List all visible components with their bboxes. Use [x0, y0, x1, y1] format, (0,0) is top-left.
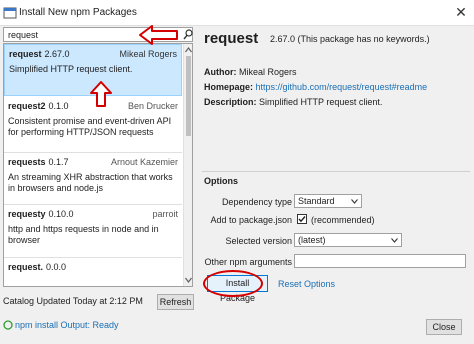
package-version: 0.10.0: [48, 209, 74, 219]
chevron-down-icon: [351, 199, 358, 204]
status-text: npm install Output: Ready: [15, 320, 119, 330]
package-author: Arnout Kazemier: [110, 157, 178, 167]
reset-options-link[interactable]: Reset Options: [278, 279, 335, 289]
details-package-name: request: [204, 30, 259, 47]
add-to-package-checkbox[interactable]: [297, 214, 307, 224]
package-name: request.: [8, 262, 44, 272]
package-name: requests: [8, 157, 46, 167]
chevron-down-icon: [391, 238, 398, 243]
package-name: requesty: [8, 209, 46, 219]
selected-version-select[interactable]: (latest): [294, 233, 402, 247]
selected-version-label: Selected version: [225, 236, 292, 246]
package-author: Ben Drucker: [127, 101, 178, 111]
annotation-arrow-up-icon: [90, 81, 112, 107]
author-label: Author:: [204, 67, 237, 77]
results-scrollbar[interactable]: [183, 44, 192, 286]
title-bar: Install New npm Packages ✕: [0, 0, 474, 26]
add-to-package-label: Add to package.json: [210, 215, 292, 225]
search-input-value: request: [8, 30, 39, 40]
scroll-down-icon[interactable]: [185, 276, 192, 284]
dependency-type-label: Dependency type: [221, 197, 292, 207]
refresh-button[interactable]: Refresh: [157, 294, 194, 310]
list-item[interactable]: requests 0.1.7 Arnout Kazemier An streami…: [4, 153, 182, 205]
package-author: parroit: [152, 209, 178, 219]
package-version: 2.67.0: [44, 49, 70, 59]
list-item[interactable]: request. 0.0.0: [4, 258, 182, 286]
add-to-package-text: (recommended): [311, 215, 375, 225]
status-ready-icon: [3, 320, 13, 330]
search-icon[interactable]: [183, 29, 193, 40]
package-description: Simplified HTTP request client.: [9, 64, 133, 74]
details-keywords: (This package has no keywords.): [297, 34, 430, 44]
details-version: 2.67.0: [270, 34, 296, 44]
other-args-label: Other npm arguments: [204, 257, 292, 267]
details-version-keywords: 2.67.0 (This package has no keywords.): [270, 34, 430, 44]
dependency-type-value: Standard: [298, 196, 335, 206]
annotation-arrow-left-icon: [139, 25, 178, 45]
list-item[interactable]: requesty 0.10.0 parroit http and https re…: [4, 205, 182, 258]
package-description: http and https requests in node and in b…: [8, 224, 159, 245]
details-homepage-row: Homepage: https://github.com/request/req…: [204, 82, 427, 92]
scroll-thumb[interactable]: [186, 56, 191, 136]
homepage-label: Homepage:: [204, 82, 254, 92]
details-description-row: Description: Simplified HTTP request cli…: [204, 97, 382, 107]
window-close-icon[interactable]: ✕: [448, 0, 474, 26]
options-title: Options: [204, 176, 238, 186]
package-author: Mikeal Rogers: [119, 49, 177, 59]
window-title: Install New npm Packages: [19, 7, 137, 18]
annotation-circle: [203, 270, 263, 297]
author-value: Mikeal Rogers: [239, 67, 297, 77]
npm-app-icon: [3, 7, 17, 19]
package-version: 0.1.0: [48, 101, 69, 111]
description-label: Description:: [204, 97, 257, 107]
package-version: 0.1.7: [48, 157, 69, 167]
catalog-status: Catalog Updated Today at 2:12 PM: [3, 296, 143, 306]
other-args-input[interactable]: [294, 254, 466, 268]
selected-version-value: (latest): [298, 235, 326, 245]
package-description: Consistent promise and event-driven API …: [8, 116, 172, 137]
description-value: Simplified HTTP request client.: [259, 97, 383, 107]
scroll-up-icon[interactable]: [185, 46, 192, 54]
close-button[interactable]: Close: [426, 319, 462, 335]
dependency-type-select[interactable]: Standard: [294, 194, 362, 208]
package-name: request: [9, 49, 42, 59]
package-name: request2: [8, 101, 46, 111]
checkmark-icon: [298, 216, 306, 223]
homepage-link[interactable]: https://github.com/request/request#readm…: [256, 82, 428, 92]
package-description: An streaming XHR abstraction that works …: [8, 172, 173, 193]
details-author-row: Author: Mikeal Rogers: [204, 67, 297, 77]
package-version: 0.0.0: [46, 262, 67, 272]
